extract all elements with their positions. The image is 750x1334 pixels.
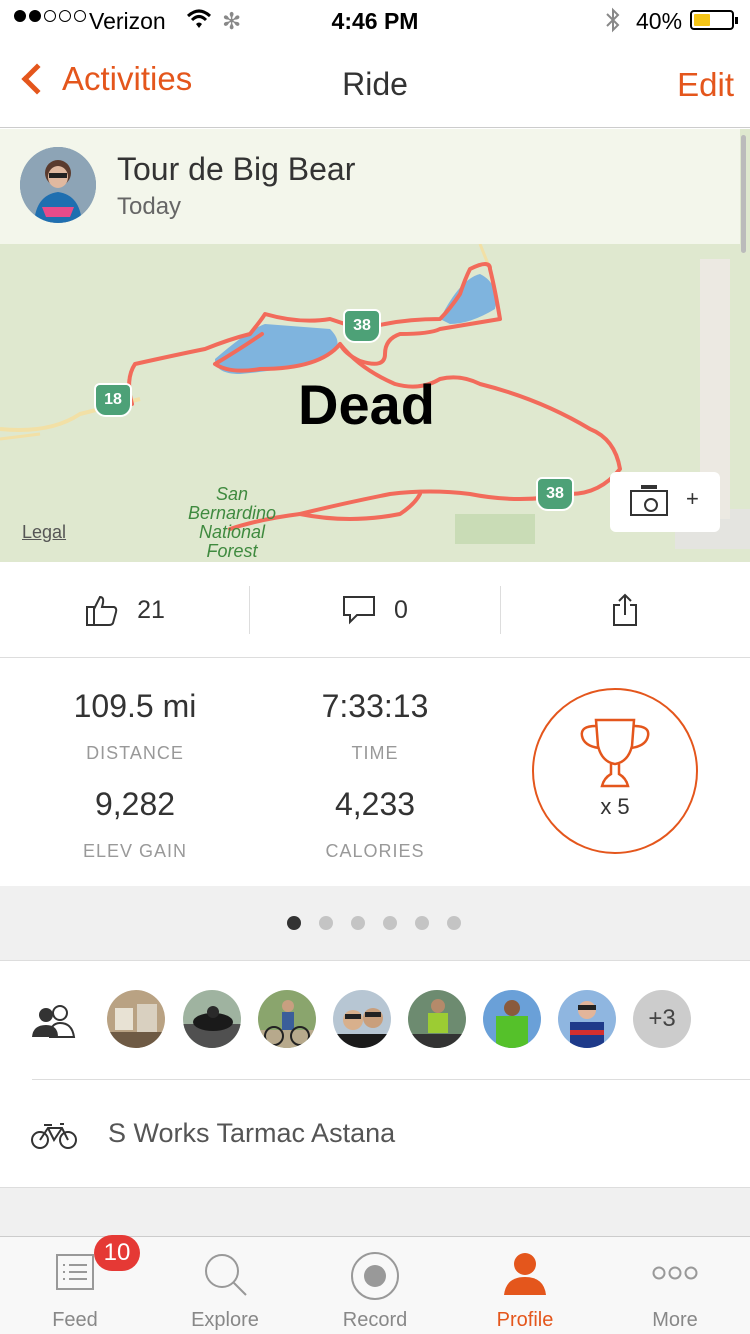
activity-date: Today [117, 193, 182, 220]
time-stat: 7:33:13 TIME [255, 688, 495, 764]
scroll-indicator [741, 135, 746, 253]
bike-icon [31, 1123, 77, 1149]
group-people-icon [32, 1005, 76, 1038]
bike-name: S Works Tarmac Astana [108, 1118, 396, 1148]
athlete-avatar[interactable] [183, 990, 241, 1048]
avatar[interactable] [20, 147, 96, 223]
pager-dots[interactable] [287, 916, 461, 930]
feed-icon [56, 1254, 94, 1290]
tab-label: Explore [191, 1309, 259, 1331]
page-title: Ride [342, 66, 408, 102]
athlete-avatar[interactable] [483, 990, 541, 1048]
elevation-value: 9,282 [94, 786, 176, 822]
edit-button[interactable]: Edit [677, 66, 734, 104]
comment-icon [343, 596, 376, 625]
more-athletes-button[interactable]: +3 [633, 990, 691, 1048]
profile-icon [504, 1253, 546, 1295]
pager-dot[interactable] [351, 916, 365, 930]
elevation-label: ELEV GAIN [82, 841, 188, 861]
share-button[interactable] [500, 562, 750, 658]
social-actions: 21 0 [0, 562, 750, 658]
distance-stat: 109.5 mi DISTANCE [15, 688, 255, 764]
legal-link[interactable]: Legal [22, 522, 66, 543]
add-photo-button[interactable]: + [610, 472, 720, 532]
group-athletes[interactable]: +3 [0, 961, 750, 1080]
time-label: TIME [351, 743, 399, 763]
section-spacer [0, 1188, 750, 1236]
achievements-count: x 5 [600, 794, 630, 819]
activity-stats: 109.5 mi DISTANCE 7:33:13 TIME 9,282 ELE… [0, 658, 750, 886]
bluetooth-icon [606, 7, 620, 33]
tab-label: Record [342, 1309, 408, 1331]
share-icon [613, 593, 637, 626]
battery-icon [690, 10, 738, 30]
tab-profile[interactable]: Profile [450, 1237, 600, 1334]
record-icon [351, 1252, 399, 1300]
tab-explore[interactable]: Explore [150, 1237, 300, 1334]
comment-button[interactable]: 0 [250, 562, 500, 658]
athlete-avatar[interactable] [107, 990, 165, 1048]
activity-name: Tour de Big Bear [117, 151, 356, 187]
search-icon [205, 1254, 247, 1296]
athlete-avatar[interactable] [408, 990, 466, 1048]
elevation-stat: 9,282 ELEV GAIN [15, 786, 255, 862]
gear-row[interactable]: S Works Tarmac Astana [0, 1080, 750, 1188]
pager-dot[interactable] [383, 916, 397, 930]
plus-icon: + [686, 486, 699, 511]
thumbs-up-icon [86, 595, 118, 626]
athlete-avatar[interactable] [333, 990, 391, 1048]
comments-count: 0 [394, 595, 408, 624]
navigation-bar: Activities Ride Edit [0, 40, 750, 128]
pager-dot[interactable] [415, 916, 429, 930]
highway-shield: 18 [94, 383, 132, 417]
tab-record[interactable]: Record [300, 1237, 450, 1334]
calories-stat: 4,233 CALORIES [255, 786, 495, 862]
forest-label: San Bernardino National Forest [187, 484, 277, 561]
tab-feed[interactable]: 10 Feed [0, 1235, 150, 1334]
athlete-photo [20, 147, 96, 223]
trophy-icon [580, 718, 650, 788]
calories-label: CALORIES [325, 841, 425, 861]
tab-label: More [652, 1309, 698, 1331]
map-overlay-text: Dead [298, 373, 435, 436]
athlete-avatar[interactable] [258, 990, 316, 1048]
achievements-button[interactable]: x 5 [532, 688, 698, 854]
calories-value: 4,233 [334, 786, 416, 822]
kudos-count: 21 [137, 595, 165, 624]
pager-dot[interactable] [287, 916, 301, 930]
tab-bar: 10 Feed Explore Record Profile More [0, 1235, 750, 1334]
time-value: 7:33:13 [321, 688, 429, 724]
more-dots-icon [652, 1266, 698, 1280]
tab-label: Profile [496, 1309, 554, 1331]
distance-label: DISTANCE [86, 743, 184, 763]
athlete-avatar[interactable] [558, 990, 616, 1048]
pager-dot[interactable] [447, 916, 461, 930]
tab-more[interactable]: More [600, 1237, 750, 1334]
kudos-button[interactable]: 21 [0, 562, 250, 658]
highway-shield: 38 [536, 477, 574, 511]
activity-header[interactable]: Tour de Big Bear Today [0, 129, 740, 244]
page-indicator [0, 886, 750, 961]
tab-label: Feed [52, 1309, 98, 1331]
battery-percent: 40% [636, 8, 683, 34]
highway-shield: 38 [343, 309, 381, 343]
feed-badge: 10 [94, 1235, 140, 1271]
distance-value: 109.5 mi [73, 688, 197, 724]
route-map[interactable]: 18 38 38 San Bernardino National Forest … [0, 129, 750, 562]
camera-icon [630, 485, 668, 516]
pager-dot[interactable] [319, 916, 333, 930]
status-bar: Verizon ✻ 4:46 PM 40% [0, 0, 750, 40]
